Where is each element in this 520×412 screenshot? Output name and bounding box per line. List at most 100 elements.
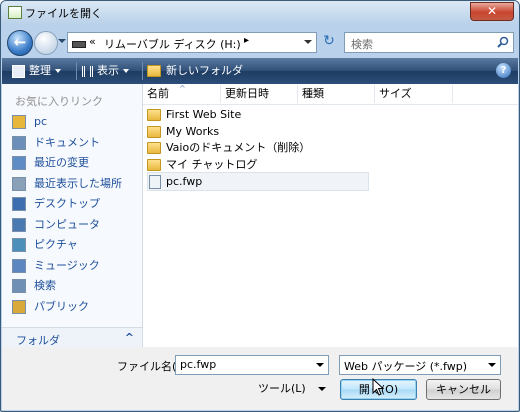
nav-item[interactable]: ピクチャ bbox=[12, 236, 140, 254]
nav-item[interactable]: pc bbox=[12, 113, 140, 131]
file-name: My Works bbox=[166, 124, 220, 138]
file-name: マイ チャットログ bbox=[166, 157, 258, 171]
filetype-dropdown-icon[interactable] bbox=[488, 363, 496, 367]
nav-item-label: ピクチャ bbox=[34, 238, 78, 251]
nav-item[interactable]: ドキュメント bbox=[12, 134, 140, 152]
nav-item-label: パブリック bbox=[34, 299, 89, 313]
folder-icon bbox=[147, 158, 161, 171]
tools-dropdown-icon[interactable] bbox=[318, 387, 326, 391]
nav-item-label: 最近表示した場所 bbox=[34, 176, 122, 190]
column-header-label: 更新日時 bbox=[225, 87, 269, 100]
nav-item[interactable]: デスクトップ bbox=[12, 195, 140, 213]
public-icon bbox=[12, 299, 26, 314]
folder-icon bbox=[12, 115, 26, 129]
drive-icon bbox=[72, 41, 86, 48]
documents-icon bbox=[12, 135, 26, 150]
mouse-cursor-icon bbox=[372, 378, 384, 396]
organize-button[interactable]: 整理 bbox=[12, 63, 61, 79]
views-button[interactable]: 表示 bbox=[82, 63, 129, 79]
file-name: Vaioのドキュメント（削除） bbox=[166, 141, 311, 154]
folders-toggle[interactable]: フォルダ ^ bbox=[2, 327, 142, 348]
nav-item-label: 検索 bbox=[34, 279, 56, 292]
file-row[interactable]: pc.fwp bbox=[147, 172, 369, 191]
new-folder-label: 新しいフォルダ bbox=[166, 64, 243, 77]
nav-item[interactable]: コンピュータ bbox=[12, 216, 140, 234]
window-title: ファイルを開く bbox=[25, 7, 102, 20]
app-icon bbox=[8, 6, 22, 19]
folder-icon bbox=[147, 142, 161, 154]
refresh-button[interactable]: ↻ bbox=[319, 32, 339, 51]
organize-icon bbox=[12, 64, 25, 78]
folder-icon bbox=[147, 109, 161, 121]
file-icon bbox=[149, 175, 161, 189]
sort-ascending-icon: ^ bbox=[179, 84, 186, 93]
help-icon[interactable]: ? bbox=[496, 63, 511, 78]
history-dropdown-icon[interactable] bbox=[58, 39, 66, 43]
file-name: pc.fwp bbox=[166, 175, 203, 188]
search-icon[interactable] bbox=[497, 36, 509, 48]
pictures-icon bbox=[12, 238, 26, 252]
folders-label: フォルダ bbox=[16, 334, 60, 347]
column-header-label: 種類 bbox=[302, 87, 324, 100]
recent-places-icon bbox=[12, 176, 26, 191]
nav-item-label: デスクトップ bbox=[34, 197, 100, 210]
computer-icon bbox=[12, 217, 26, 232]
close-button[interactable]: ✕ bbox=[470, 2, 514, 21]
back-button[interactable]: ← bbox=[7, 30, 33, 56]
nav-item[interactable]: 検索 bbox=[12, 277, 140, 295]
forward-button[interactable] bbox=[34, 31, 58, 55]
nav-item-label: ミュージック bbox=[34, 258, 100, 272]
folder-row[interactable]: マイ チャットログ bbox=[147, 156, 257, 173]
nav-item-label: コンピュータ bbox=[34, 217, 100, 231]
folder-row[interactable]: First Web Site bbox=[147, 106, 241, 123]
nav-item[interactable]: ミュージック bbox=[12, 257, 140, 275]
command-toolbar: 整理 表示 新しいフォルダ ? bbox=[2, 58, 518, 84]
music-icon bbox=[12, 258, 26, 273]
views-label: 表示 bbox=[97, 64, 119, 77]
column-header-label: 名前 bbox=[147, 87, 169, 100]
search-placeholder: 検索 bbox=[351, 38, 373, 51]
file-list: 名前 ^ 更新日時 種類 サイズ First Web Site My Works Va… bbox=[143, 84, 518, 347]
nav-item[interactable]: 最近の変更 bbox=[12, 154, 140, 172]
views-dropdown-icon bbox=[123, 69, 129, 73]
folder-row[interactable]: My Works bbox=[147, 123, 219, 140]
cancel-button[interactable]: キャンセル bbox=[426, 379, 501, 400]
views-icon bbox=[82, 65, 93, 77]
search-input[interactable]: 検索 bbox=[344, 32, 514, 53]
breadcrumb-arrow-icon[interactable]: ▸ bbox=[244, 35, 249, 46]
close-icon: ✕ bbox=[486, 4, 498, 18]
organize-label: 整理 bbox=[29, 64, 51, 77]
searches-icon bbox=[12, 279, 26, 293]
filename-dropdown-icon[interactable] bbox=[316, 363, 324, 367]
recent-icon bbox=[12, 156, 26, 170]
breadcrumb-overflow[interactable]: « bbox=[89, 35, 96, 48]
column-header-size[interactable]: サイズ bbox=[375, 85, 453, 103]
breadcrumb-drive[interactable]: リムーバブル ディスク (H:) bbox=[104, 36, 241, 52]
new-folder-icon bbox=[147, 65, 161, 77]
nav-item-label: ドキュメント bbox=[34, 135, 100, 149]
column-header-type[interactable]: 種類 bbox=[298, 85, 375, 103]
new-folder-button[interactable]: 新しいフォルダ bbox=[147, 63, 243, 79]
title-bar[interactable]: ファイルを開く ✕ bbox=[1, 1, 519, 23]
filename-input[interactable]: pc.fwp bbox=[175, 355, 329, 375]
column-header-label: サイズ bbox=[379, 87, 412, 100]
folder-icon bbox=[147, 125, 161, 138]
navigation-pane: お気に入りリンク pc ドキュメント 最近の変更 最近表示した場所 デスクトップ コンピュ… bbox=[2, 84, 143, 348]
nav-item-label: 最近の変更 bbox=[34, 156, 89, 169]
nav-item-label: pc bbox=[34, 115, 48, 128]
address-bar[interactable]: « リムーバブル ディスク (H:) ▸ bbox=[67, 32, 317, 53]
filename-value[interactable]: pc.fwp bbox=[180, 358, 216, 371]
folder-row[interactable]: Vaioのドキュメント（削除） bbox=[147, 139, 310, 156]
refresh-icon: ↻ bbox=[323, 33, 335, 49]
nav-item[interactable]: パブリック bbox=[12, 298, 140, 316]
toolbar-divider bbox=[142, 62, 143, 80]
address-row: ← « リムーバブル ディスク (H:) ▸ ↻ 検索 bbox=[1, 26, 519, 56]
organize-dropdown-icon bbox=[55, 69, 61, 73]
column-header-modified[interactable]: 更新日時 bbox=[221, 85, 298, 103]
back-arrow-icon: ← bbox=[13, 33, 27, 51]
column-header-name[interactable]: 名前 ^ bbox=[143, 84, 221, 103]
toolbar-divider bbox=[76, 62, 77, 80]
filetype-select[interactable]: Web パッケージ (*.fwp) bbox=[339, 355, 501, 375]
nav-item[interactable]: 最近表示した場所 bbox=[12, 175, 140, 193]
address-dropdown-icon[interactable] bbox=[304, 40, 312, 44]
